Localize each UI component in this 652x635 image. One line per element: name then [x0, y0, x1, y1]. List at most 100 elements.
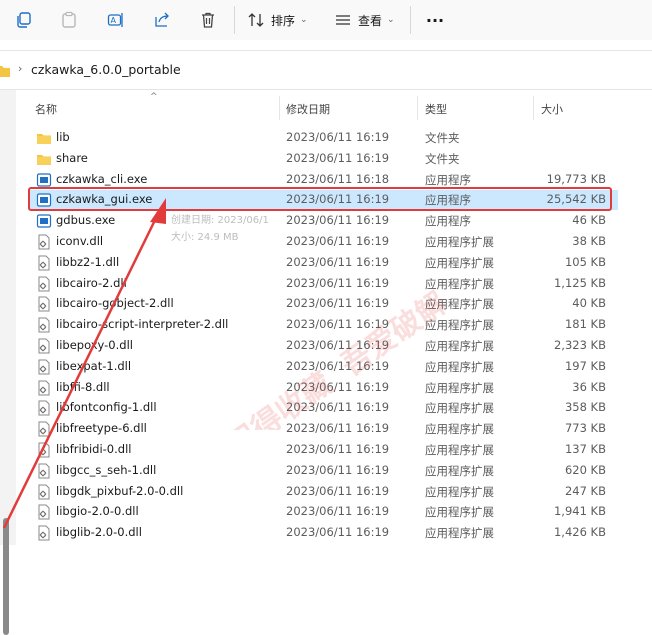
- column-divider[interactable]: [279, 96, 280, 120]
- file-row[interactable]: libcairo-2.dll 2023/06/11 16:19 应用程序扩展 1,12…: [28, 274, 618, 294]
- file-type: 应用程序扩展: [425, 235, 494, 249]
- file-row[interactable]: libfribidi-0.dll 2023/06/11 16:19 应用程序扩展 13…: [28, 440, 618, 460]
- file-row[interactable]: libgcc_s_seh-1.dll 2023/06/11 16:19 应用程序扩展…: [28, 461, 618, 481]
- file-type: 应用程序扩展: [425, 318, 494, 333]
- file-row[interactable]: libepoxy-0.dll 2023/06/11 16:19 应用程序扩展 2,32…: [28, 336, 618, 356]
- breadcrumb[interactable]: czkawka_6.0.0_portable: [31, 62, 181, 77]
- dll-icon: [36, 317, 52, 333]
- address-bar[interactable]: › czkawka_6.0.0_portable: [0, 50, 652, 90]
- copy-icon[interactable]: [10, 6, 38, 34]
- file-row[interactable]: libcairo-script-interpreter-2.dll 2023/06…: [28, 315, 618, 335]
- file-name: libglib-2.0-0.dll: [56, 525, 142, 540]
- file-row[interactable]: libglib-2.0-0.dll 2023/06/11 16:19 应用程序扩展 1…: [28, 523, 618, 543]
- more-options-button[interactable]: ···: [420, 6, 450, 34]
- column-header: 名称 ^ 修改日期 类型 大小: [16, 92, 652, 124]
- dll-icon: [36, 484, 52, 500]
- file-type: 文件夹: [425, 131, 460, 145]
- tooltip-created: 创建日期: 2023/06/1: [171, 215, 269, 226]
- file-size: 773 KB: [564, 421, 606, 436]
- chevron-right-icon: ›: [18, 62, 23, 75]
- file-size: 181 KB: [564, 317, 606, 332]
- dll-icon: [36, 400, 52, 416]
- dll-icon: [36, 234, 52, 250]
- file-size: 197 KB: [564, 358, 606, 373]
- dll-icon: [36, 338, 52, 354]
- file-size: 38 KB: [572, 234, 606, 248]
- file-type: 应用程序扩展: [425, 380, 494, 395]
- column-divider[interactable]: [533, 96, 534, 120]
- file-row[interactable]: libffi-8.dll 2023/06/11 16:19 应用程序扩展 36 KB: [28, 378, 618, 398]
- delete-icon[interactable]: [194, 6, 222, 34]
- file-row[interactable]: lib 2023/06/11 16:19 文件夹: [28, 128, 618, 148]
- file-row[interactable]: libfontconfig-1.dll 2023/06/11 16:19 应用程序扩…: [28, 398, 618, 418]
- column-name[interactable]: 名称: [35, 101, 57, 117]
- file-date: 2023/06/11 16:18: [286, 171, 390, 186]
- file-name: libfribidi-0.dll: [56, 442, 132, 456]
- file-date: 2023/06/11 16:19: [286, 504, 390, 519]
- file-type: 文件夹: [425, 151, 460, 166]
- file-date: 2023/06/11 16:19: [286, 462, 390, 477]
- dll-icon: [36, 442, 52, 458]
- file-name: libgio-2.0-0.dll: [56, 504, 139, 519]
- sort-ascending-icon: ^: [150, 92, 158, 102]
- svg-text:A: A: [111, 16, 117, 25]
- file-date: 2023/06/11 16:19: [286, 379, 390, 394]
- file-date: 2023/06/11 16:19: [286, 483, 390, 498]
- sort-button[interactable]: 排序 ⌄: [247, 6, 308, 34]
- navigation-pane: [0, 90, 16, 635]
- file-name: lib: [56, 130, 70, 144]
- file-row[interactable]: libgdk_pixbuf-2.0-0.dll 2023/06/11 16:19 应…: [28, 482, 618, 502]
- file-row[interactable]: libexpat-1.dll 2023/06/11 16:19 应用程序扩展 197 …: [28, 357, 618, 377]
- file-name: libgcc_s_seh-1.dll: [56, 462, 157, 477]
- scrollbar-thumb[interactable]: [3, 518, 9, 635]
- file-row[interactable]: share 2023/06/11 16:19 文件夹: [28, 149, 618, 169]
- file-type: 应用程序扩展: [425, 443, 494, 457]
- file-name: share: [56, 150, 88, 165]
- view-button[interactable]: 查看 ⌄: [334, 6, 395, 34]
- file-row[interactable]: libcairo-gobject-2.dll 2023/06/11 16:19 应用…: [28, 294, 618, 314]
- column-size[interactable]: 大小: [541, 101, 563, 117]
- dll-icon: [36, 525, 52, 541]
- file-type: 应用程序扩展: [425, 339, 494, 353]
- column-divider[interactable]: [417, 96, 418, 120]
- file-date: 2023/06/11 16:19: [286, 130, 390, 144]
- file-size: 105 KB: [564, 254, 606, 269]
- file-name: gdbus.exe: [56, 213, 116, 228]
- file-date: 2023/06/11 16:19: [286, 234, 390, 248]
- file-row[interactable]: iconv.dll 2023/06/11 16:19 应用程序扩展 38 KB: [28, 232, 618, 252]
- column-type[interactable]: 类型: [425, 101, 447, 117]
- file-date: 2023/06/11 16:19: [286, 525, 390, 540]
- file-type: 应用程序: [425, 214, 471, 229]
- paste-icon[interactable]: [55, 6, 83, 34]
- file-size: 40 KB: [572, 296, 606, 311]
- file-size: 247 KB: [564, 483, 606, 498]
- file-type: 应用程序扩展: [425, 359, 494, 374]
- file-row[interactable]: gdbus.exe 2023/06/11 16:19 应用程序 46 KB: [28, 211, 618, 231]
- file-name: libffi-8.dll: [56, 379, 110, 394]
- dll-icon: [36, 463, 52, 479]
- file-date: 2023/06/11 16:19: [286, 358, 390, 373]
- file-date: 2023/06/11 16:19: [286, 338, 390, 352]
- file-type: 应用程序: [425, 172, 471, 187]
- file-date: 2023/06/11 16:19: [286, 254, 390, 269]
- dll-icon: [36, 255, 52, 271]
- exe-icon: [36, 172, 52, 188]
- file-date: 2023/06/11 16:19: [286, 296, 390, 311]
- toolbar-divider: [410, 6, 411, 34]
- file-size: 137 KB: [564, 442, 606, 456]
- toolbar-divider: [234, 6, 235, 34]
- rename-icon[interactable]: A: [102, 6, 130, 34]
- file-tooltip: 创建日期: 2023/06/1 大小: 24.9 MB: [165, 212, 286, 248]
- file-type: 应用程序扩展: [425, 422, 494, 437]
- file-row[interactable]: libbz2-1.dll 2023/06/11 16:19 应用程序扩展 105 KB: [28, 253, 618, 273]
- file-row[interactable]: libgio-2.0-0.dll 2023/06/11 16:19 应用程序扩展 1,…: [28, 502, 618, 522]
- file-date: 2023/06/11 16:19: [286, 275, 390, 290]
- share-icon[interactable]: [148, 6, 176, 34]
- file-type: 应用程序扩展: [425, 505, 494, 520]
- file-type: 应用程序扩展: [425, 526, 494, 541]
- column-modified[interactable]: 修改日期: [286, 101, 330, 117]
- file-date: 2023/06/11 16:19: [286, 400, 390, 415]
- file-row[interactable]: libfreetype-6.dll 2023/06/11 16:19 应用程序扩展 7…: [28, 419, 618, 439]
- chevron-down-icon: ⌄: [387, 15, 395, 25]
- file-name: libepoxy-0.dll: [56, 338, 133, 352]
